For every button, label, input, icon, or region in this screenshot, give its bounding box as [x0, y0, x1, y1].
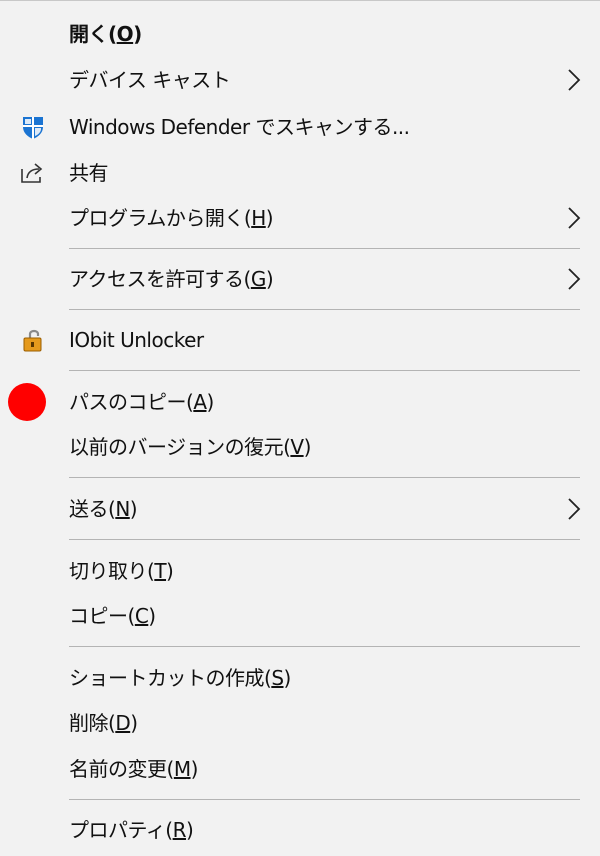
menu-separator — [69, 248, 580, 249]
chevron-right-icon — [568, 69, 581, 91]
menu-item-cut-label: 切り取り(T) — [69, 559, 174, 583]
red-dot-marker — [8, 383, 46, 421]
menu-item-cast-to-device[interactable]: デバイス キャスト — [0, 57, 600, 103]
menu-item-copy-label: コピー(C) — [69, 604, 156, 628]
chevron-right-icon — [568, 207, 581, 229]
menu-item-create-shortcut[interactable]: ショートカットの作成(S) — [0, 655, 600, 701]
context-menu: 開く(O) デバイス キャスト Windows Defender でスキャンする… — [0, 0, 600, 856]
menu-item-give-access-label: アクセスを許可する(G) — [69, 267, 274, 291]
menu-item-open-with[interactable]: プログラムから開く(H) — [0, 195, 600, 241]
menu-item-create-shortcut-label: ショートカットの作成(S) — [69, 666, 291, 690]
menu-item-cast-to-device-label: デバイス キャスト — [69, 68, 231, 92]
menu-separator — [69, 799, 580, 800]
menu-item-restore-previous-versions-label: 以前のバージョンの復元(V) — [69, 435, 311, 459]
menu-separator — [69, 309, 580, 310]
menu-item-properties[interactable]: プロパティ(R) — [0, 807, 600, 853]
menu-separator — [69, 477, 580, 478]
menu-item-properties-label: プロパティ(R) — [69, 818, 194, 842]
menu-item-rename-label: 名前の変更(M) — [69, 757, 198, 781]
menu-item-cut[interactable]: 切り取り(T) — [0, 548, 600, 594]
menu-item-iobit-unlocker[interactable]: IObit Unlocker — [0, 317, 600, 363]
iobit-unlocker-lock-icon — [23, 329, 42, 352]
menu-item-open[interactable]: 開く(O) — [0, 11, 600, 57]
menu-item-send-to-label: 送る(N) — [69, 497, 138, 521]
menu-item-copy-path-label: パスのコピー(A) — [69, 390, 214, 414]
menu-item-defender-scan-label: Windows Defender でスキャンする... — [69, 115, 410, 139]
menu-separator — [69, 646, 580, 647]
chevron-right-icon — [568, 268, 581, 290]
windows-defender-shield-icon — [23, 117, 43, 139]
share-icon — [21, 163, 43, 183]
menu-item-give-access[interactable]: アクセスを許可する(G) — [0, 256, 600, 302]
menu-item-iobit-unlocker-label: IObit Unlocker — [69, 328, 204, 352]
menu-item-share[interactable]: 共有 — [0, 150, 600, 196]
menu-separator — [69, 370, 580, 371]
menu-item-open-label: 開く(O) — [69, 22, 142, 46]
menu-item-copy[interactable]: コピー(C) — [0, 593, 600, 639]
menu-item-delete-label: 削除(D) — [69, 711, 138, 735]
menu-item-open-with-label: プログラムから開く(H) — [69, 206, 274, 230]
menu-separator — [69, 539, 580, 540]
menu-item-rename[interactable]: 名前の変更(M) — [0, 746, 600, 792]
menu-item-restore-previous-versions[interactable]: 以前のバージョンの復元(V) — [0, 424, 600, 470]
chevron-right-icon — [568, 498, 581, 520]
menu-item-defender-scan[interactable]: Windows Defender でスキャンする... — [0, 104, 600, 150]
menu-item-delete[interactable]: 削除(D) — [0, 700, 600, 746]
menu-item-share-label: 共有 — [69, 161, 109, 185]
menu-item-send-to[interactable]: 送る(N) — [0, 486, 600, 532]
menu-item-copy-path[interactable]: パスのコピー(A) — [0, 379, 600, 425]
